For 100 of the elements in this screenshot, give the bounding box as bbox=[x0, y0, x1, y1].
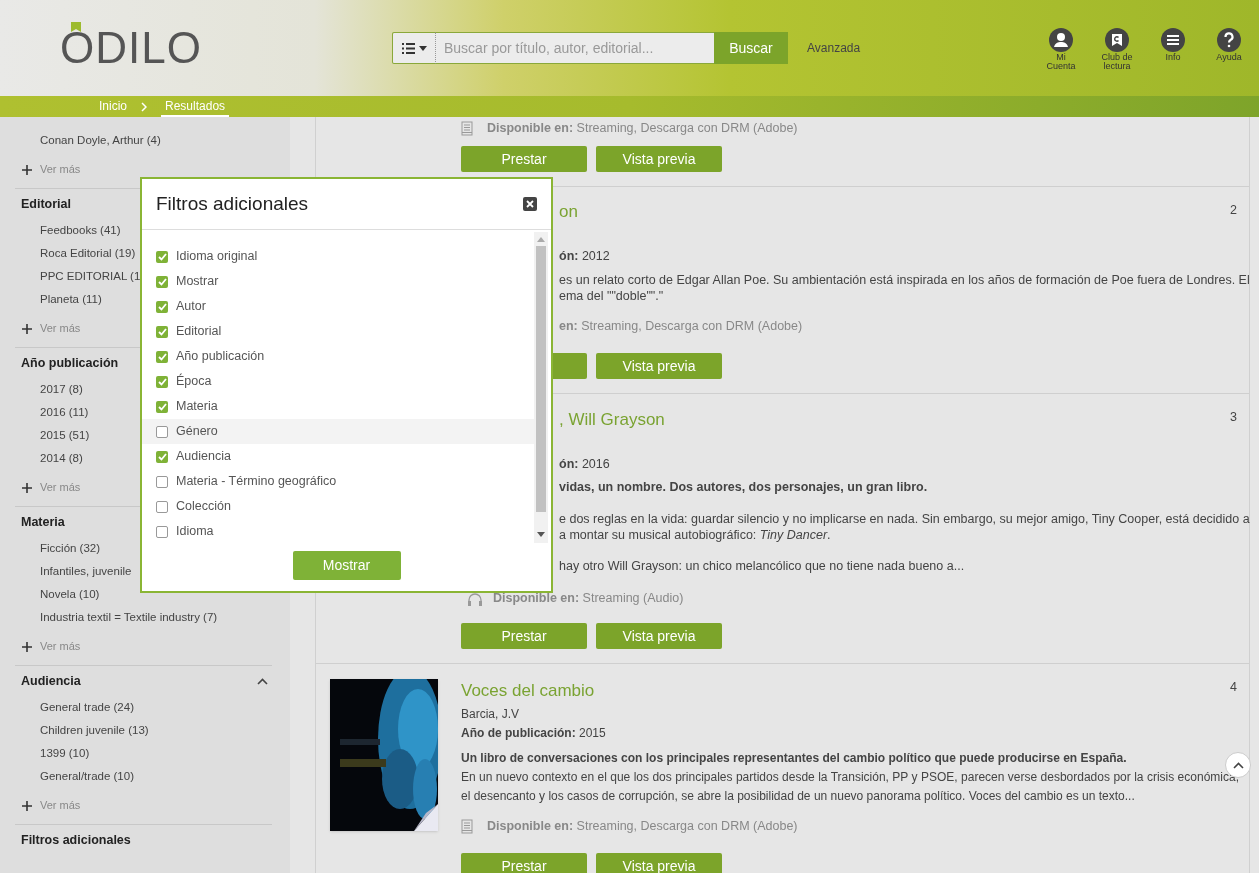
filter-option[interactable]: Infantiles, juvenile bbox=[40, 560, 132, 583]
description-line: a montar su musical autobiográfico: Tiny Dancer. bbox=[559, 527, 831, 543]
list-icon bbox=[401, 42, 415, 54]
result-number: 2 bbox=[1230, 202, 1237, 219]
checkbox[interactable] bbox=[156, 500, 168, 513]
search-type-dropdown[interactable] bbox=[392, 32, 436, 64]
publication-year: ón: 2012 bbox=[559, 248, 610, 265]
filter-option[interactable]: Planeta (11) bbox=[40, 288, 102, 311]
filter-option[interactable]: Conan Doyle, Arthur (4) bbox=[40, 129, 161, 152]
filter-option[interactable]: Children juvenile (13) bbox=[40, 719, 149, 742]
result-number: 4 bbox=[1230, 679, 1237, 696]
nav-button[interactable]: Info bbox=[1145, 27, 1201, 62]
filter-option[interactable]: Ficción (32) bbox=[40, 537, 101, 560]
dialog-title: Filtros adicionales bbox=[156, 191, 309, 216]
filter-option[interactable]: 2016 (11) bbox=[40, 401, 89, 424]
checkbox-label: Materia bbox=[176, 398, 218, 416]
close-icon[interactable] bbox=[523, 197, 537, 211]
filter-option[interactable]: PPC EDITORIAL (1 bbox=[40, 265, 141, 288]
checkbox-label: Idioma original bbox=[176, 248, 258, 266]
filter-checkbox-row[interactable]: Idioma bbox=[142, 519, 534, 544]
checkbox[interactable] bbox=[156, 300, 168, 313]
checkbox[interactable] bbox=[156, 375, 168, 388]
bookmark-icon bbox=[1105, 27, 1129, 52]
section-title[interactable]: Materia bbox=[21, 512, 65, 532]
checkbox[interactable] bbox=[156, 525, 168, 538]
checkbox[interactable] bbox=[156, 325, 168, 338]
checkbox[interactable] bbox=[156, 275, 168, 288]
availability-text: Disponible en: Streaming, Descarga con DRM (Adobe) bbox=[487, 818, 798, 836]
checkbox[interactable] bbox=[156, 475, 168, 488]
section-title[interactable]: Audiencia bbox=[21, 671, 81, 691]
nav-button[interactable]: Ayuda bbox=[1201, 27, 1257, 62]
checkbox[interactable] bbox=[156, 250, 168, 263]
checkbox[interactable] bbox=[156, 450, 168, 463]
section-title[interactable]: Editorial bbox=[21, 194, 71, 214]
caret-icon bbox=[418, 45, 427, 51]
filter-option[interactable]: 2017 (8) bbox=[40, 378, 83, 401]
filter-option[interactable]: Industria textil = Textile industry (7) bbox=[40, 606, 218, 629]
filter-checkbox-row[interactable]: Mostrar bbox=[142, 269, 534, 294]
nav-button[interactable]: Mi Cuenta bbox=[1033, 27, 1089, 71]
checkbox-label: Autor bbox=[176, 298, 206, 316]
filter-checkbox-row[interactable]: Colección bbox=[142, 494, 534, 519]
description-line: e dos reglas en la vida: guardar silencio y no implicarse en nada. Sin embargo, su mejor amigo, Tiny Cooper, está decidido a bbox=[559, 511, 1250, 527]
result-summary: Un libro de conversaciones con los principales representantes del cambio político que puede producirse en España. bbox=[461, 750, 1127, 767]
document-icon bbox=[461, 121, 473, 136]
checkbox-label: Idioma bbox=[176, 523, 214, 541]
section-title[interactable]: Filtros adicionales bbox=[21, 830, 131, 850]
menu-icon bbox=[1161, 27, 1185, 52]
logo[interactable]: ODILO bbox=[60, 23, 202, 72]
advanced-search-link[interactable]: Avanzada bbox=[807, 39, 861, 57]
filter-option[interactable]: 2014 (8) bbox=[40, 447, 83, 470]
plus-icon bbox=[22, 323, 32, 334]
checkbox-label: Audiencia bbox=[176, 448, 231, 466]
help-icon bbox=[1217, 27, 1241, 52]
filter-option[interactable]: Roca Editorial (19) bbox=[40, 242, 136, 265]
chevron-right-icon bbox=[141, 101, 147, 112]
nav-button[interactable]: Club de lectura bbox=[1089, 27, 1145, 71]
description-line: es un relato corto de Edgar Allan Poe. Su ambientación está inspirada en los años de formación de Poe fuera de Londres. El bbox=[559, 272, 1250, 288]
plus-icon bbox=[22, 164, 32, 175]
checkbox[interactable] bbox=[156, 425, 168, 438]
description-line: ema del ""doble""." bbox=[559, 288, 664, 304]
section-title[interactable]: Año publicación bbox=[21, 353, 119, 373]
filter-option[interactable]: General trade (24) bbox=[40, 696, 134, 719]
filter-checkbox-row[interactable]: Editorial bbox=[142, 319, 534, 344]
checkbox[interactable] bbox=[156, 400, 168, 413]
filter-checkbox-row[interactable]: Autor bbox=[142, 294, 534, 319]
result-description: En un nuevo contexto en el que los dos principales partidos desde la Transición, PP y PSOE, parecen verse desbordados por la crisis económica, el desencanto y los casos de corrupción, se abre la posibilidad de un nuevo panorama político. Voces del cambio es un texto... bbox=[461, 769, 1239, 805]
filter-checkbox-row[interactable]: Materia bbox=[142, 394, 534, 419]
search-field[interactable]: Buscar por título, autor, editorial... bbox=[436, 32, 714, 64]
filter-option[interactable]: 2015 (51) bbox=[40, 424, 90, 447]
plus-icon bbox=[22, 800, 32, 811]
filter-option[interactable]: Feedbooks (41) bbox=[40, 219, 121, 242]
scrollbar[interactable] bbox=[534, 232, 548, 543]
plus-icon bbox=[22, 482, 32, 493]
plus-icon bbox=[22, 641, 32, 652]
result-author: Barcia, J.V bbox=[461, 706, 521, 723]
checkbox-label: Materia - Término geográfico bbox=[176, 473, 337, 491]
checkbox-label: Editorial bbox=[176, 323, 222, 341]
result-summary: vidas, un nombre. Dos autores, dos personajes, un gran libro. bbox=[559, 479, 928, 496]
description-line: hay otro Will Grayson: un chico melancólico que no tiene nada bueno a... bbox=[559, 558, 965, 574]
checkbox-label: Época bbox=[176, 372, 212, 391]
filter-option[interactable]: 1399 (10) bbox=[40, 742, 90, 765]
filter-checkbox-row[interactable]: Idioma original bbox=[142, 244, 534, 269]
document-icon bbox=[461, 819, 473, 834]
checkbox-label: Género bbox=[176, 423, 218, 441]
filter-checkbox-row[interactable]: Año publicación bbox=[142, 344, 534, 369]
filter-checkbox-row[interactable]: Materia - Término geográfico bbox=[142, 469, 534, 494]
chevron-up-icon bbox=[1232, 761, 1244, 769]
checkbox-label: Año publicación bbox=[176, 348, 265, 366]
filter-checkbox-row[interactable]: Época bbox=[142, 369, 534, 394]
checkbox[interactable] bbox=[156, 350, 168, 363]
filter-checkbox-row[interactable]: Audiencia bbox=[142, 444, 534, 469]
scroll-up-icon[interactable] bbox=[537, 237, 545, 242]
scroll-down-icon[interactable] bbox=[537, 532, 545, 537]
filter-checkbox-row[interactable]: Género bbox=[142, 419, 534, 444]
publication-year: ón: 2016 bbox=[559, 456, 610, 473]
checkbox-label: Colección bbox=[176, 498, 231, 516]
filter-option[interactable]: Novela (10) bbox=[40, 583, 100, 606]
checkbox-label: Mostrar bbox=[176, 273, 219, 291]
filter-option[interactable]: General/trade (10) bbox=[40, 765, 134, 788]
chevron-up-icon[interactable] bbox=[257, 677, 268, 685]
